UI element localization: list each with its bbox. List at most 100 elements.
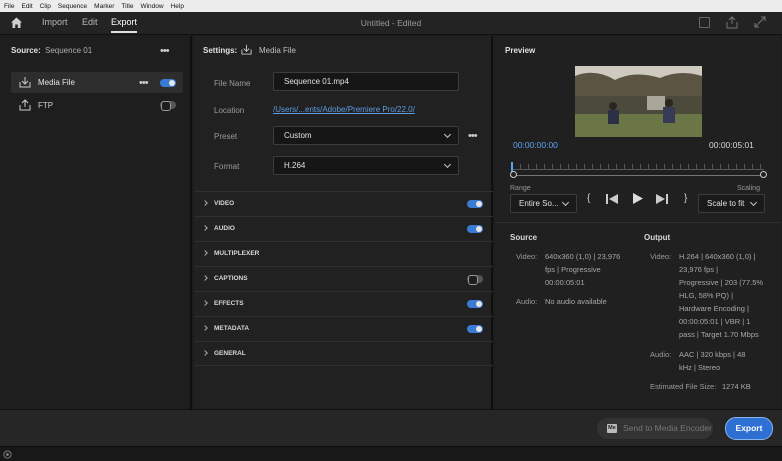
source-audio-label: Audio:: [516, 297, 538, 306]
file-size-value: 1274 KB: [722, 382, 751, 391]
section-effects[interactable]: EFFECTS: [194, 291, 493, 316]
section-name: MULTIPLEXER: [214, 250, 260, 257]
chevron-down-icon: [749, 198, 758, 207]
menu-clip[interactable]: Clip: [40, 3, 51, 10]
range-label: Range: [510, 185, 531, 192]
menu-edit[interactable]: Edit: [21, 3, 32, 10]
detail-line: Progressive | 203 (77.5%: [679, 278, 764, 287]
preset-select[interactable]: Custom: [273, 126, 459, 145]
chevron-right-icon: [202, 350, 208, 356]
share-icon[interactable]: [726, 16, 738, 29]
chevron-down-icon: [443, 160, 452, 169]
step-back-icon[interactable]: [606, 194, 618, 204]
chevron-down-icon: [443, 130, 452, 139]
source-heading: Source: [510, 233, 538, 242]
detail-line: pass | Target 1.70 Mbps: [679, 330, 759, 339]
section-multiplexer[interactable]: MULTIPLEXER: [194, 241, 493, 266]
divider: [495, 222, 781, 223]
source-more-icon[interactable]: •••: [160, 46, 170, 57]
section-name: METADATA: [214, 325, 250, 332]
destination-label: FTP: [38, 101, 54, 110]
in-point-handle[interactable]: [510, 171, 517, 178]
detail-line: HLG, 58% PQ) |: [679, 291, 734, 300]
section-captions[interactable]: CAPTIONS: [194, 266, 493, 291]
preview-label: Preview: [505, 46, 536, 55]
file-size-label: Estimated File Size:: [650, 382, 717, 391]
preset-more-icon[interactable]: •••: [468, 131, 478, 142]
chevron-down-icon: [561, 198, 570, 207]
menu-sequence[interactable]: Sequence: [58, 3, 87, 10]
workspace-icon[interactable]: [699, 17, 710, 28]
chevron-right-icon: [202, 250, 208, 256]
format-select[interactable]: H.264: [273, 156, 459, 175]
range-value: Entire So...: [519, 199, 559, 208]
media-file-more-icon[interactable]: •••: [139, 78, 149, 89]
detail-line: No audio available: [545, 297, 607, 306]
status-indicator-icon[interactable]: [3, 450, 12, 459]
out-point-handle[interactable]: [760, 171, 767, 178]
range-track: [514, 175, 762, 176]
play-icon[interactable]: [633, 193, 643, 204]
scaling-value: Scale to fit: [707, 199, 745, 208]
menu-file[interactable]: File: [4, 3, 14, 10]
source-sequence: Sequence 01: [45, 46, 93, 55]
section-general[interactable]: GENERAL: [194, 341, 493, 366]
current-timecode[interactable]: 00:00:00:00: [513, 140, 558, 150]
section-metadata[interactable]: METADATA: [194, 316, 493, 341]
location-link[interactable]: /Users/...ents/Adobe/Premiere Pro/22.0/: [273, 105, 415, 114]
fullscreen-icon[interactable]: [754, 16, 766, 28]
section-audio[interactable]: AUDIO: [194, 216, 493, 241]
output-audio-details: AAC | 320 kbps | 48 kHz | Stereo: [679, 348, 745, 374]
scaling-label: Scaling: [737, 185, 760, 192]
detail-line: kHz | Stereo: [679, 363, 721, 372]
media-file-icon: [19, 77, 31, 88]
detail-line: H.264 | 640x360 (1,0) |: [679, 252, 756, 261]
detail-line: 00:00:05:01: [545, 278, 585, 287]
media-file-toggle[interactable]: [160, 79, 176, 87]
footer-bar: Me Send to Media Encoder Export: [0, 409, 782, 446]
media-file-icon: [241, 44, 252, 55]
ftp-upload-icon: [19, 99, 31, 111]
captions-toggle[interactable]: [467, 275, 483, 285]
destination-ftp[interactable]: FTP: [11, 95, 183, 115]
format-value: H.264: [284, 161, 306, 170]
menu-title[interactable]: Title: [121, 3, 133, 10]
destination-media-file[interactable]: Media File •••: [11, 72, 183, 93]
media-encoder-icon: Me: [607, 424, 617, 433]
document-title: Untitled - Edited: [360, 18, 422, 28]
end-timecode: 00:00:05:01: [709, 140, 754, 150]
ftp-toggle[interactable]: [160, 101, 176, 111]
scaling-select[interactable]: Scale to fit: [698, 194, 765, 213]
send-to-media-encoder-button[interactable]: Me Send to Media Encoder: [597, 418, 713, 439]
menu-marker[interactable]: Marker: [94, 3, 114, 10]
section-name: CAPTIONS: [214, 275, 248, 282]
file-name-label: File Name: [214, 79, 251, 88]
audio-toggle[interactable]: [467, 225, 483, 233]
effects-toggle[interactable]: [467, 300, 483, 308]
section-video[interactable]: VIDEO: [194, 191, 493, 216]
step-forward-icon[interactable]: [656, 194, 668, 204]
destinations-panel: Source: Sequence 01 ••• Media File ••• F…: [1, 36, 192, 409]
menu-bar: File Edit Clip Sequence Marker Title Win…: [0, 0, 782, 12]
source-video-label: Video:: [516, 252, 538, 261]
menu-help[interactable]: Help: [171, 3, 184, 10]
mark-out-icon[interactable]: }: [684, 193, 687, 204]
section-name: VIDEO: [214, 200, 235, 207]
format-label: Format: [214, 162, 240, 171]
detail-line: 00:00:05:01 | VBR | 1: [679, 317, 751, 326]
mark-in-icon[interactable]: {: [587, 193, 590, 204]
detail-line: 23,976 fps |: [679, 265, 719, 274]
menu-window[interactable]: Window: [140, 3, 163, 10]
output-video-details: H.264 | 640x360 (1,0) | 23,976 fps | Pro…: [679, 250, 763, 341]
settings-label: Settings:: [203, 46, 238, 55]
video-toggle[interactable]: [467, 200, 483, 208]
export-button[interactable]: Export: [725, 417, 773, 440]
chevron-right-icon: [202, 200, 208, 206]
settings-target: Media File: [259, 46, 296, 55]
metadata-toggle[interactable]: [467, 325, 483, 333]
range-select[interactable]: Entire So...: [510, 194, 577, 213]
timeline-ruler[interactable]: [512, 164, 764, 170]
preview-video-frame: [575, 66, 702, 137]
output-heading: Output: [644, 233, 671, 242]
file-name-input[interactable]: Sequence 01.mp4: [273, 72, 459, 91]
